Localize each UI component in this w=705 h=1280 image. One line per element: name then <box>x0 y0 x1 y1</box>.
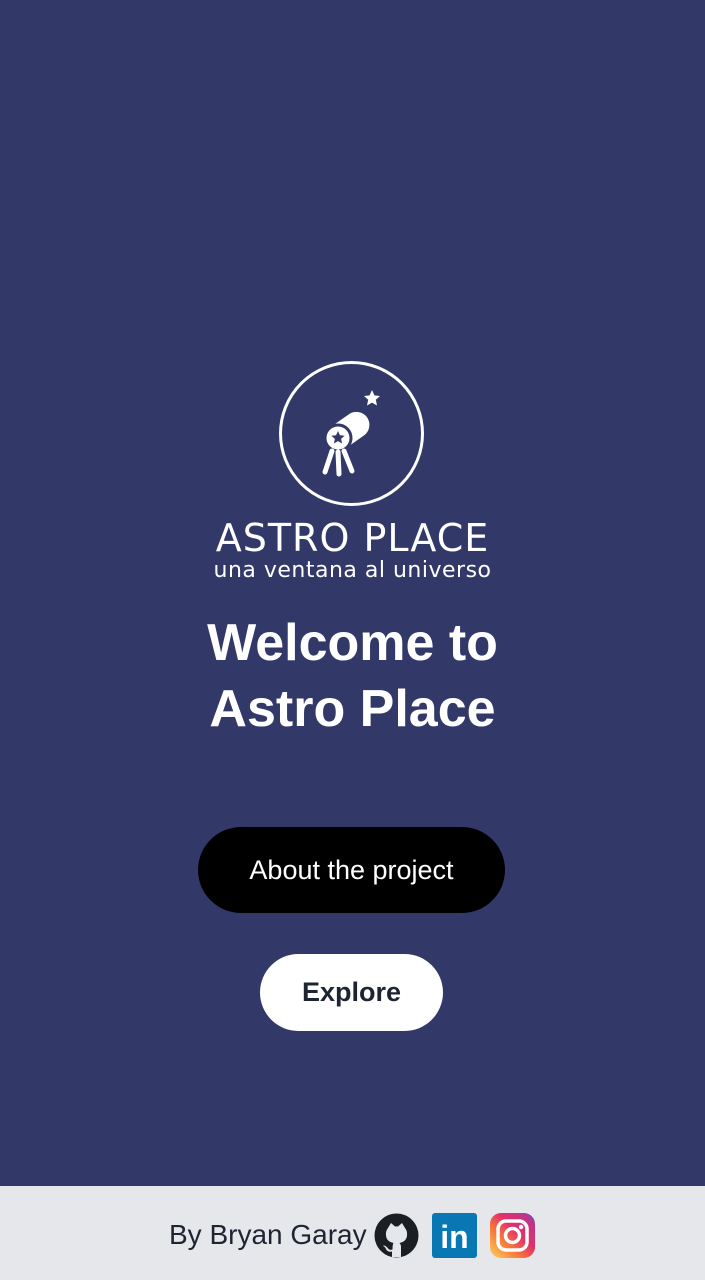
github-icon <box>374 1213 419 1258</box>
github-link[interactable] <box>374 1213 419 1258</box>
app-root: ASTRO PLACE una ventana al universo Welc… <box>0 0 705 1280</box>
main-section: ASTRO PLACE una ventana al universo Welc… <box>0 0 705 1186</box>
linkedin-icon-text: in <box>440 1219 468 1255</box>
logo-tagline: una ventana al universo <box>213 558 492 583</box>
welcome-title-line-1: Welcome to <box>207 614 498 672</box>
explore-button[interactable]: Explore <box>260 954 443 1031</box>
linkedin-icon: in <box>432 1213 477 1258</box>
linkedin-link[interactable]: in <box>432 1213 477 1258</box>
astro-place-logo: ASTRO PLACE una ventana al universo <box>205 360 500 585</box>
about-project-button[interactable]: About the project <box>198 827 505 913</box>
instagram-link[interactable] <box>490 1213 535 1258</box>
instagram-icon <box>490 1213 535 1258</box>
welcome-title-line-2: Astro Place <box>209 680 496 738</box>
logo-wordmark: ASTRO PLACE <box>215 516 490 560</box>
author-credit: By Bryan Garay <box>169 1219 367 1250</box>
telescope-icon <box>279 361 424 506</box>
welcome-title: Welcome to Astro Place <box>0 610 705 742</box>
